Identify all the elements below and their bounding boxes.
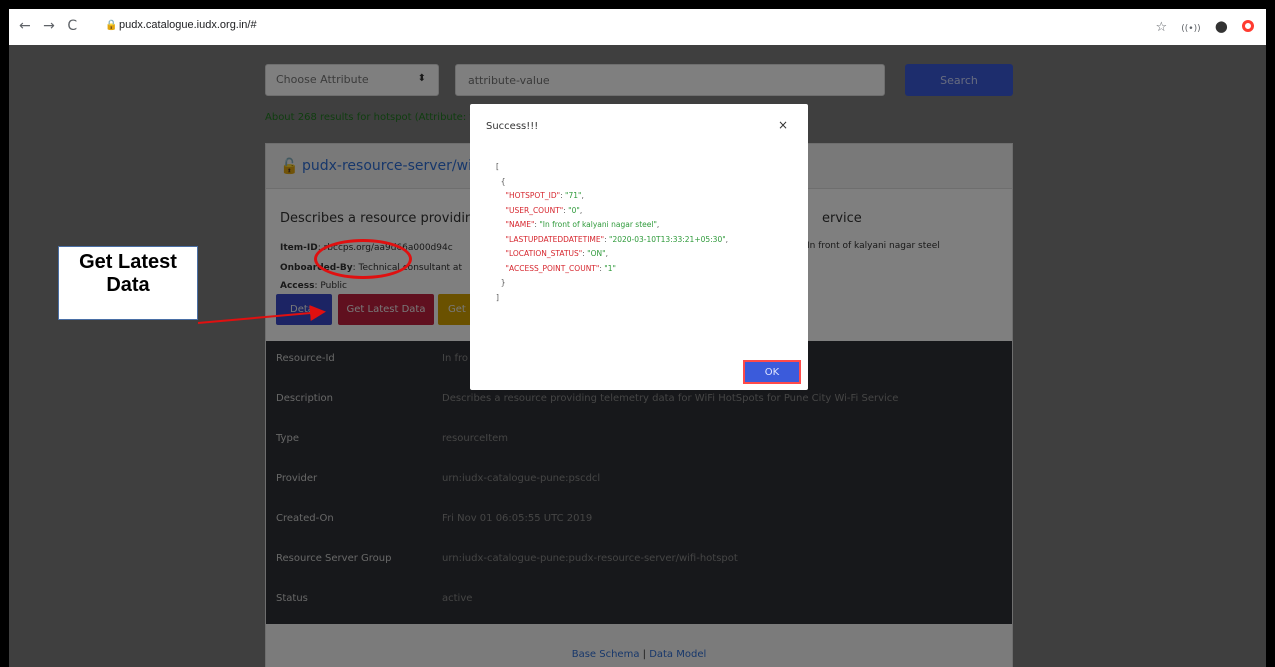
annotation-arrow bbox=[197, 305, 326, 324]
